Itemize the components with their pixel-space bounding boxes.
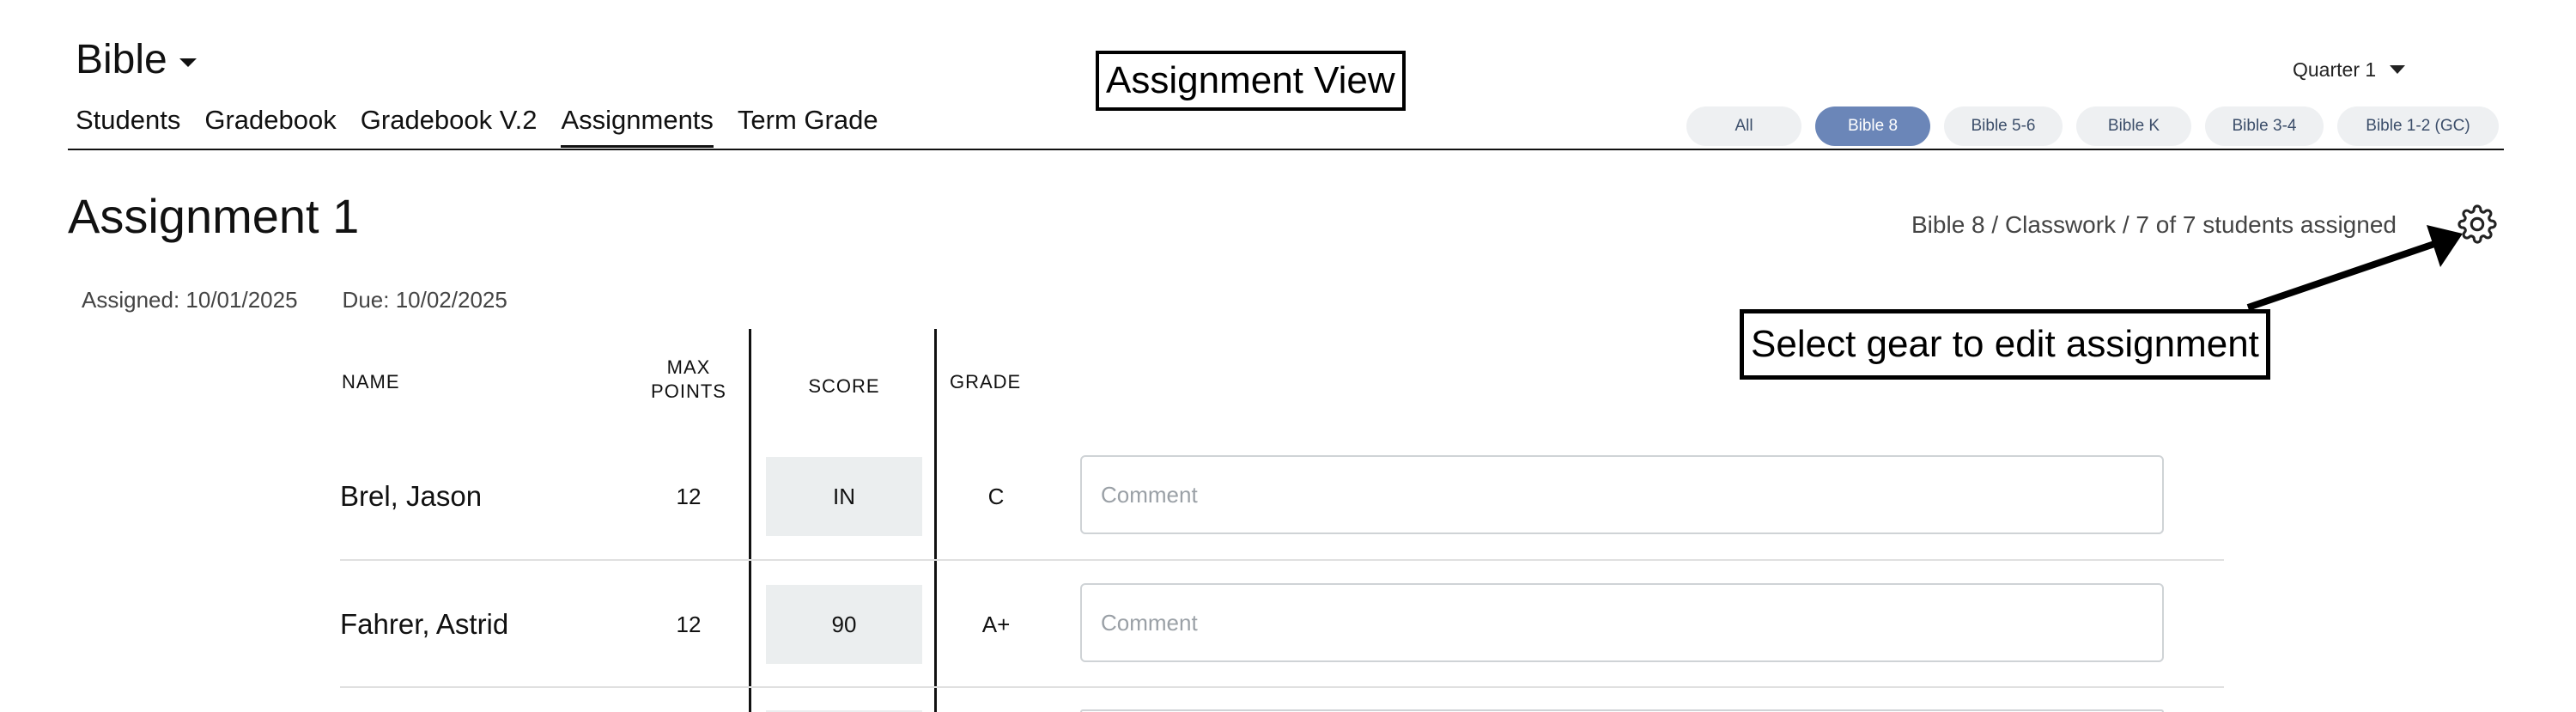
header-grade: GRADE — [950, 371, 1022, 393]
grade-value: A+ — [981, 612, 1011, 637]
header-max-points-line1: MAX — [666, 356, 711, 378]
view-annotation-label: Assignment View — [1096, 51, 1406, 111]
main-nav: Students Gradebook Gradebook V.2 Assignm… — [76, 103, 902, 148]
quarter-label: Quarter 1 — [2293, 58, 2377, 81]
tab-assignments[interactable]: Assignments — [561, 103, 714, 148]
assigned-date: Assigned: 10/01/2025 — [82, 287, 298, 313]
course-selector[interactable]: Bible — [76, 36, 197, 84]
tab-gradebook[interactable]: Gradebook — [204, 103, 336, 148]
column-divider — [934, 329, 937, 712]
filter-pill-bible-1-2-gc[interactable]: Bible 1-2 (GC) — [2337, 106, 2499, 146]
grade-value: C — [987, 484, 1005, 509]
quarter-selector[interactable]: Quarter 1 — [2293, 57, 2406, 82]
gear-icon[interactable] — [2458, 204, 2497, 244]
max-points-value: 12 — [676, 612, 702, 637]
filter-pill-bible-k[interactable]: Bible K — [2076, 106, 2191, 146]
filter-pill-bible-8[interactable]: Bible 8 — [1815, 106, 1930, 146]
header-max-points: MAX POINTS — [635, 356, 742, 404]
row-divider — [340, 686, 2224, 688]
filter-pill-bible-5-6[interactable]: Bible 5-6 — [1944, 106, 2063, 146]
course-title: Bible — [76, 37, 167, 82]
header-score: SCORE — [808, 375, 880, 397]
score-input[interactable]: 90 — [766, 585, 922, 664]
gear-callout-label: Select gear to edit assignment — [1740, 309, 2270, 380]
header-name: NAME — [342, 371, 400, 393]
student-name: Fahrer, Astrid — [340, 608, 509, 640]
assignment-path: Bible 8 / Classwork / 7 of 7 students as… — [1911, 211, 2397, 238]
filter-pill-bible-3-4[interactable]: Bible 3-4 — [2205, 106, 2324, 146]
column-divider — [749, 329, 751, 712]
class-filter-pills: All Bible 8 Bible 5-6 Bible K Bible 3-4 … — [1686, 106, 2499, 146]
comment-field[interactable] — [1080, 583, 2164, 662]
assignment-title: Assignment 1 — [68, 189, 360, 243]
row-divider — [340, 559, 2224, 561]
student-name: Brel, Jason — [340, 480, 483, 512]
filter-pill-all[interactable]: All — [1686, 106, 1801, 146]
assignment-dates: Assigned: 10/01/2025 Due: 10/02/2025 — [82, 286, 507, 313]
tab-gradebook-v2[interactable]: Gradebook V.2 — [361, 103, 538, 148]
max-points-value: 12 — [676, 484, 702, 509]
score-input[interactable]: IN — [766, 457, 922, 536]
tab-term-grade[interactable]: Term Grade — [738, 103, 878, 148]
header-max-points-line2: POINTS — [651, 380, 726, 402]
tab-students[interactable]: Students — [76, 103, 180, 148]
due-date: Due: 10/02/2025 — [342, 287, 507, 313]
chevron-down-icon — [2390, 65, 2406, 74]
comment-field[interactable] — [1080, 455, 2164, 534]
chevron-down-icon — [179, 58, 197, 67]
header-divider — [68, 149, 2504, 150]
